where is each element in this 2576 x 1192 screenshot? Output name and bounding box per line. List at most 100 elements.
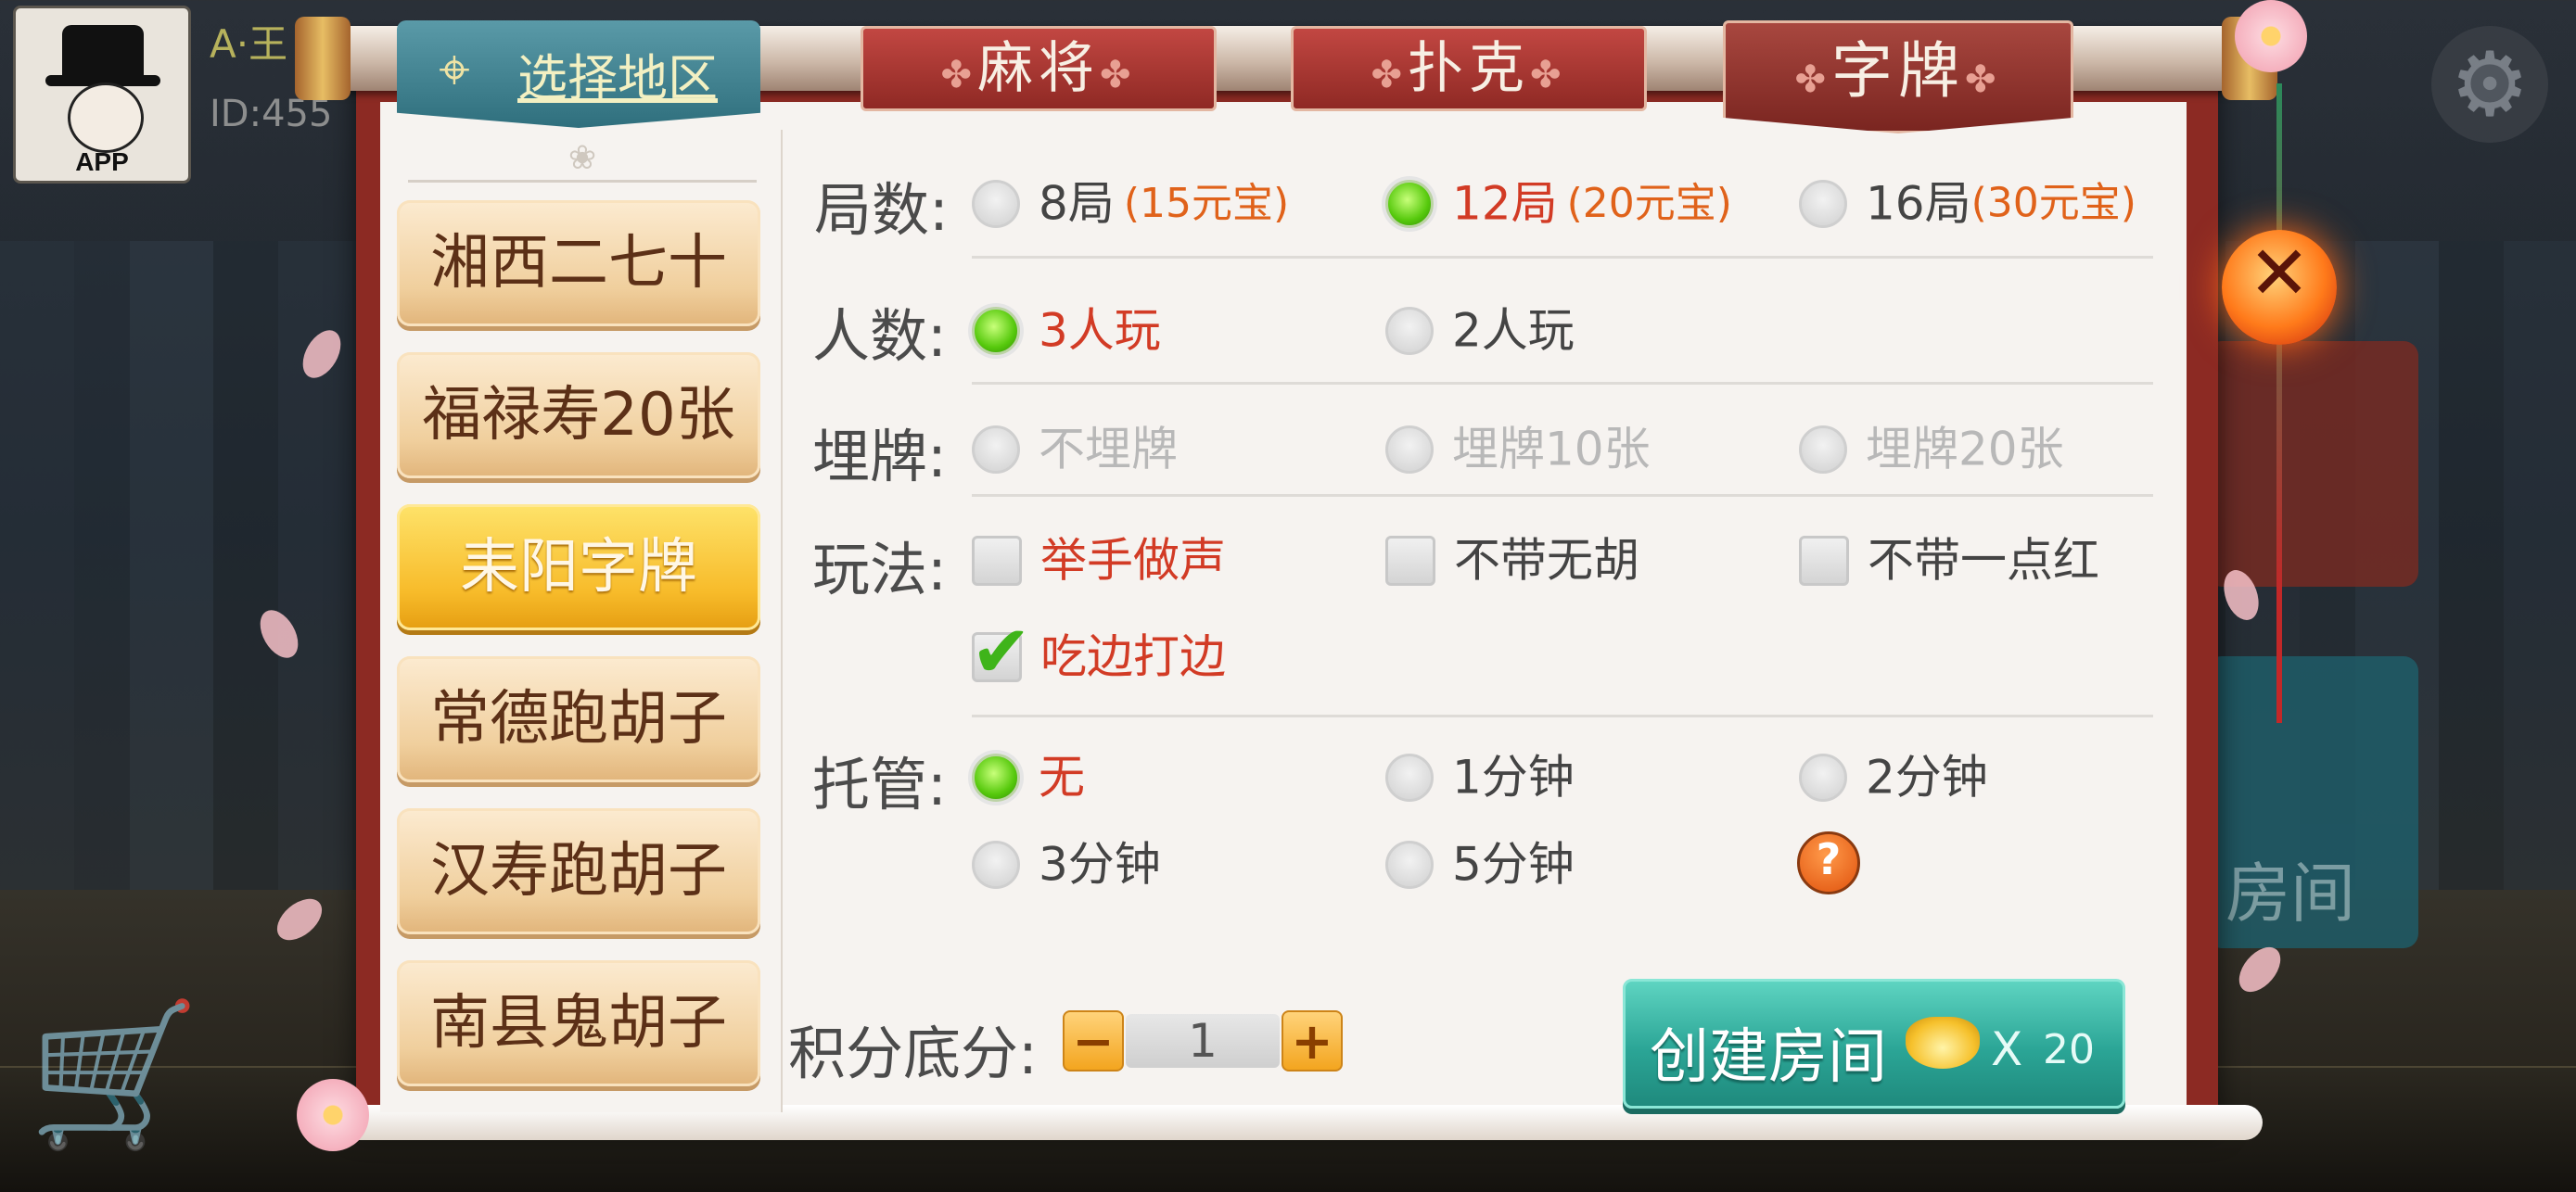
side-card-top[interactable] bbox=[2207, 341, 2418, 587]
divider bbox=[972, 715, 2153, 717]
avatar-caption: APP bbox=[75, 147, 129, 176]
tab-select-region-label: 选择地区 bbox=[517, 49, 718, 108]
radio-icon bbox=[972, 179, 1020, 228]
flower-decoration bbox=[2235, 0, 2307, 72]
tab-ornament-icon: ✤ bbox=[1794, 58, 1831, 101]
rounds-option-12[interactable]: 12局 (20元宝) bbox=[1385, 168, 1732, 233]
tab-ornament-icon: ✤ bbox=[1100, 54, 1137, 96]
gold-ingot-icon bbox=[1906, 1017, 1980, 1069]
divider bbox=[972, 382, 2153, 385]
radio-icon bbox=[1799, 179, 1847, 228]
auto-option-text: 5分钟 bbox=[1452, 837, 1575, 892]
bury-option-text: 埋牌10张 bbox=[1452, 422, 1651, 476]
game-item-xiangxi[interactable]: 湘西二七十 bbox=[397, 200, 760, 326]
rule-option-jushou[interactable]: 举手做声 bbox=[972, 525, 1226, 590]
cost-value: 20 bbox=[2043, 1026, 2095, 1073]
auto-option-text: 1分钟 bbox=[1452, 750, 1575, 805]
score-minus-button[interactable]: − bbox=[1063, 1010, 1124, 1072]
flower-decoration bbox=[297, 1079, 369, 1151]
bury-label: 埋牌: bbox=[812, 423, 947, 490]
rule-option-text: 举手做声 bbox=[1040, 533, 1226, 588]
help-icon[interactable]: ? bbox=[1797, 831, 1860, 894]
tab-ornament-icon: ✤ bbox=[1530, 54, 1567, 96]
radio-icon bbox=[972, 840, 1020, 889]
rule-option-text: 不带一点红 bbox=[1868, 533, 2099, 588]
lantern-string bbox=[2276, 83, 2282, 723]
score-plus-button[interactable]: + bbox=[1282, 1010, 1343, 1072]
gear-icon[interactable]: ⚙ bbox=[2431, 26, 2548, 143]
checkbox-icon bbox=[972, 535, 1022, 586]
radio-icon bbox=[1385, 425, 1434, 474]
scroll-rod-cap-left bbox=[295, 17, 351, 100]
radio-icon bbox=[972, 425, 1020, 474]
checkbox-icon bbox=[1385, 535, 1435, 586]
players-option-text: 2人玩 bbox=[1452, 303, 1575, 358]
radio-selected-icon bbox=[1385, 179, 1434, 228]
checkbox-checked-icon bbox=[971, 611, 1031, 694]
game-item-leiyang[interactable]: 耒阳字牌 bbox=[397, 504, 760, 630]
players-option-2[interactable]: 2人玩 bbox=[1385, 295, 1575, 360]
bury-option-10: 埋牌10张 bbox=[1385, 413, 1651, 478]
location-pin-icon: ⌖ bbox=[439, 37, 470, 102]
rounds-label: 局数: bbox=[814, 176, 949, 244]
tab-poker-label: 扑克 bbox=[1408, 36, 1530, 101]
game-item-nanxian[interactable]: 南县鬼胡子 bbox=[397, 960, 760, 1086]
rounds-option-price: (20元宝) bbox=[1566, 179, 1732, 227]
auto-option-3min[interactable]: 3分钟 bbox=[972, 829, 1161, 894]
shop-cart-icon[interactable]: 🛒 bbox=[28, 983, 250, 1168]
players-label: 人数: bbox=[812, 302, 947, 370]
rule-option-buwuhu[interactable]: 不带无胡 bbox=[1385, 525, 1639, 590]
rounds-option-text: 8局 bbox=[1039, 176, 1115, 231]
auto-option-text: 无 bbox=[1039, 750, 1085, 805]
score-base-label: 积分底分: bbox=[788, 1020, 1038, 1087]
rounds-option-text: 16局 bbox=[1866, 176, 1971, 231]
score-value: 1 bbox=[1126, 1014, 1280, 1068]
auto-option-none[interactable]: 无 bbox=[972, 742, 1085, 806]
radio-icon bbox=[1799, 753, 1847, 802]
bury-option-20: 埋牌20张 bbox=[1799, 413, 2064, 478]
radio-icon bbox=[1385, 753, 1434, 802]
tab-mahjong[interactable]: ✤麻将✤ bbox=[861, 26, 1217, 111]
radio-selected-icon bbox=[972, 753, 1020, 802]
players-option-text: 3人玩 bbox=[1039, 303, 1161, 358]
radio-icon bbox=[1799, 425, 1847, 474]
rule-option-buyidianhong[interactable]: 不带一点红 bbox=[1799, 525, 2099, 590]
tab-ornament-icon: ✤ bbox=[1371, 54, 1408, 96]
divider bbox=[972, 494, 2153, 497]
cost-multiplier: X bbox=[1991, 1022, 2023, 1076]
create-room-label: 创建房间 bbox=[1650, 1023, 1887, 1092]
auto-label: 托管: bbox=[812, 751, 947, 818]
auto-option-5min[interactable]: 5分钟 bbox=[1385, 829, 1575, 894]
tab-poker[interactable]: ✤扑克✤ bbox=[1291, 26, 1647, 111]
rule-option-chibian[interactable]: 吃边打边 bbox=[971, 611, 1226, 694]
avatar-hat bbox=[62, 25, 144, 81]
auto-option-2min[interactable]: 2分钟 bbox=[1799, 742, 1988, 806]
radio-icon bbox=[1385, 840, 1434, 889]
bury-option-text: 不埋牌 bbox=[1039, 422, 1178, 476]
game-item-fulushou[interactable]: 福禄寿20张 bbox=[397, 352, 760, 478]
auto-option-text: 2分钟 bbox=[1866, 750, 1988, 805]
tab-mahjong-label: 麻将 bbox=[977, 36, 1100, 101]
tab-zipai[interactable]: ✤字牌✤ bbox=[1723, 20, 2073, 133]
rounds-option-8[interactable]: 8局 (15元宝) bbox=[972, 168, 1289, 233]
create-room-button[interactable]: 创建房间 X 20 bbox=[1623, 979, 2125, 1109]
radio-selected-icon bbox=[972, 306, 1020, 355]
close-icon[interactable]: ✕ bbox=[2222, 230, 2337, 345]
game-item-hanshou[interactable]: 汉寿跑胡子 bbox=[397, 808, 760, 934]
avatar[interactable]: APP bbox=[13, 6, 191, 184]
side-card-bottom[interactable]: 房间 bbox=[2207, 656, 2418, 948]
tab-zipai-label: 字牌 bbox=[1831, 35, 1965, 107]
players-option-3[interactable]: 3人玩 bbox=[972, 295, 1161, 360]
game-item-changde[interactable]: 常德跑胡子 bbox=[397, 656, 760, 782]
rounds-option-price: (30元宝) bbox=[1970, 179, 2136, 227]
rule-option-text: 吃边打边 bbox=[1040, 629, 1226, 684]
radio-icon bbox=[1385, 306, 1434, 355]
rounds-option-16[interactable]: 16局(30元宝) bbox=[1799, 168, 2136, 233]
auto-option-1min[interactable]: 1分钟 bbox=[1385, 742, 1575, 806]
rule-option-text: 不带无胡 bbox=[1454, 533, 1639, 588]
rules-label: 玩法: bbox=[812, 536, 947, 603]
game-list-ornament: ❀ bbox=[408, 139, 757, 183]
tab-select-region[interactable]: ⌖ 选择地区 bbox=[397, 20, 760, 128]
tab-ornament-icon: ✤ bbox=[940, 54, 977, 96]
bury-option-none: 不埋牌 bbox=[972, 413, 1178, 478]
